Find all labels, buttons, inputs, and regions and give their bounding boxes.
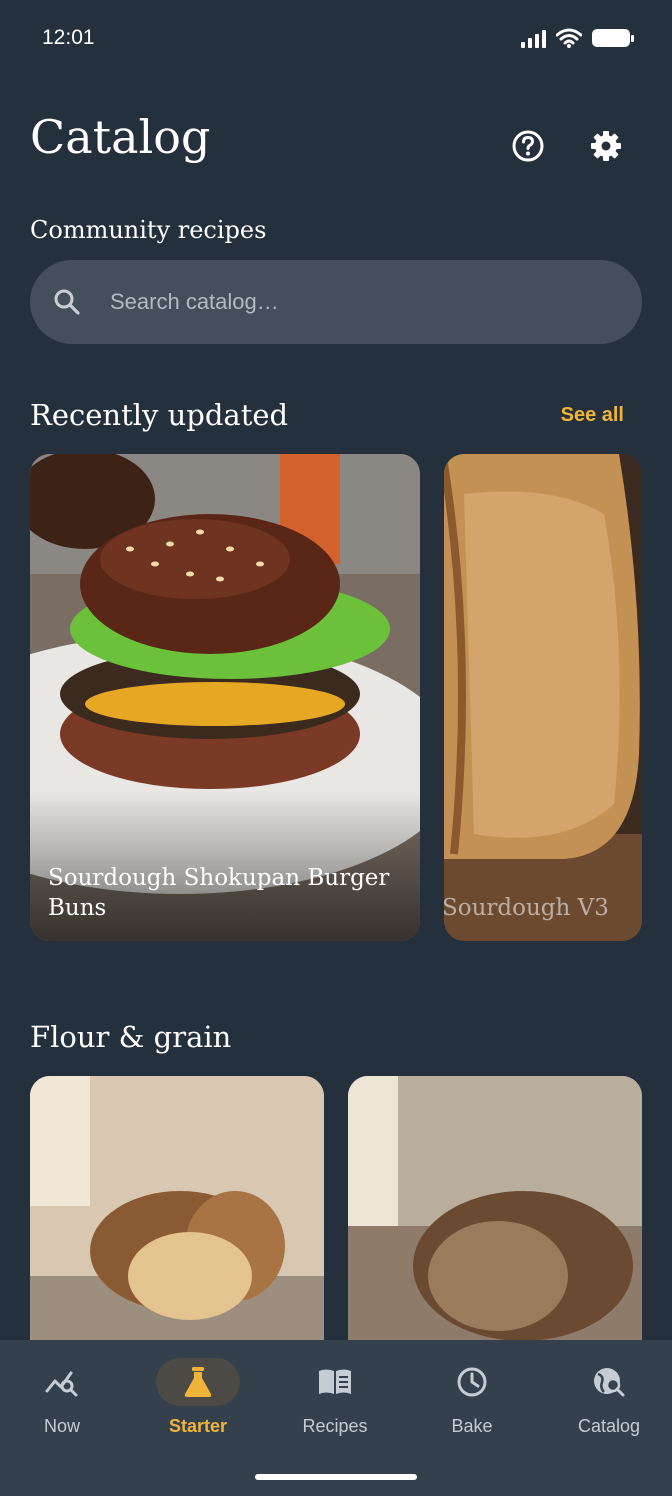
status-time: 12:01 [42, 26, 95, 49]
page-title: Catalog [30, 110, 211, 164]
sourdough-loaf-photo [444, 454, 642, 941]
gear-icon [591, 131, 621, 161]
nav-label: Starter [168, 1416, 228, 1436]
clock-icon [457, 1367, 487, 1397]
wifi-icon [556, 28, 582, 48]
nav-pill [567, 1358, 651, 1406]
nav-pill [430, 1358, 514, 1406]
search-bar[interactable] [30, 260, 642, 344]
bottom-nav: Now Starter Recipes Bake Catalog [0, 1340, 672, 1496]
community-recipes-label: Community recipes [30, 216, 267, 244]
help-circle-icon [512, 130, 544, 162]
home-indicator [255, 1474, 417, 1480]
flour-card[interactable] [30, 1076, 324, 1356]
nav-label: Catalog [577, 1416, 641, 1436]
recipe-card[interactable]: Sourdough Shokupan Burger Buns [30, 454, 420, 941]
bread-loaf-photo [348, 1076, 642, 1356]
signal-icon [521, 28, 546, 48]
nav-item-now[interactable]: Now [7, 1358, 117, 1448]
nav-label: Now [43, 1416, 80, 1436]
see-all-link[interactable]: See all [561, 404, 624, 427]
recipe-card-title: Sourdough V3 [444, 895, 609, 921]
settings-button[interactable] [582, 122, 630, 170]
chart-search-icon [45, 1371, 78, 1397]
bread-loaf-photo [30, 1076, 324, 1356]
recipe-card[interactable]: Sourdough V3 [444, 454, 642, 941]
help-button[interactable] [504, 122, 552, 170]
globe-search-icon [594, 1368, 625, 1397]
nav-item-bake[interactable]: Bake [417, 1358, 527, 1448]
status-bar: 12:01 [0, 0, 672, 80]
nav-pill [156, 1358, 240, 1406]
flask-icon [184, 1367, 212, 1397]
book-icon [319, 1369, 351, 1394]
nav-label: Recipes [302, 1416, 368, 1436]
battery-icon [592, 29, 634, 47]
recipe-card-title: Sourdough Shokupan Burger Buns [48, 865, 390, 921]
nav-label: Bake [451, 1416, 493, 1436]
recently-updated-title: Recently updated [30, 398, 289, 432]
flour-card[interactable] [348, 1076, 642, 1356]
flour-grain-title: Flour & grain [30, 1020, 232, 1054]
search-input[interactable] [108, 288, 592, 316]
nav-item-catalog[interactable]: Catalog [554, 1358, 664, 1448]
nav-item-starter[interactable]: Starter [143, 1358, 253, 1448]
status-icons [521, 28, 634, 48]
search-icon [52, 287, 82, 317]
nav-pill [293, 1358, 377, 1406]
nav-item-recipes[interactable]: Recipes [280, 1358, 390, 1448]
nav-pill [20, 1358, 104, 1406]
